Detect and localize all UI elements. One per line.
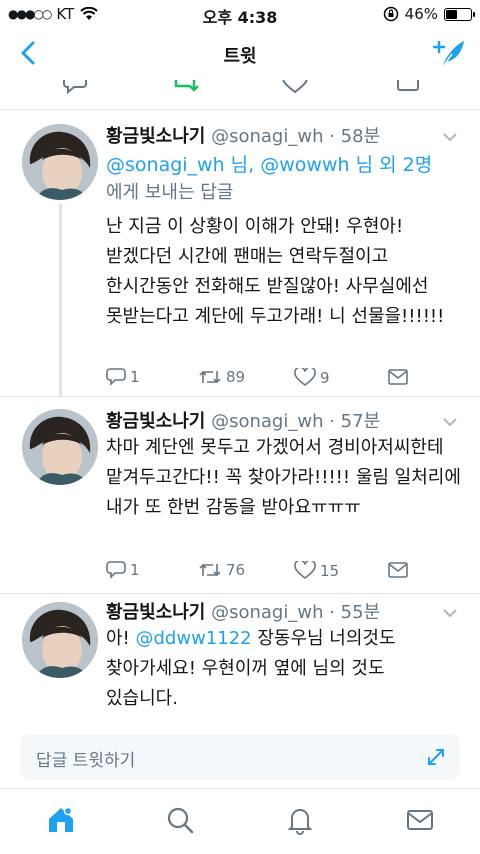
avatar[interactable] [22, 124, 98, 200]
rotation-lock-icon [383, 6, 398, 22]
tab-bar [0, 788, 480, 854]
retweet-button[interactable]: 76 [198, 561, 245, 579]
reply-count: 1 [130, 368, 140, 386]
timestamp: · 57분 [329, 411, 381, 432]
retweet-count: 76 [226, 561, 246, 579]
tweet-actions: 1 89 9 [106, 368, 426, 392]
retweet-icon[interactable] [172, 80, 200, 94]
envelope-icon [388, 562, 408, 578]
chevron-down-icon[interactable] [442, 608, 458, 618]
reply-count: 1 [130, 561, 140, 579]
retweet-count: 89 [226, 368, 246, 386]
username[interactable]: @sonagi_wh [211, 411, 323, 432]
like-button[interactable]: 15 [294, 561, 339, 580]
previous-tweet-actions [0, 80, 480, 110]
avatar[interactable] [22, 602, 98, 678]
username[interactable]: @sonagi_wh [211, 126, 323, 147]
tweet[interactable]: 황금빛소나기 @sonagi_wh · 55분 아! @ddww1122 장동우… [0, 594, 480, 724]
avatar-image [22, 409, 98, 485]
direct-message-button[interactable] [388, 561, 408, 579]
reply-to-suffix: 에게 보내는 답글 [106, 182, 234, 203]
chevron-down-icon[interactable] [442, 132, 458, 142]
nav-bar: 트윗 [0, 28, 480, 80]
like-button[interactable]: 9 [294, 368, 330, 387]
expand-icon[interactable] [426, 747, 446, 767]
retweet-button[interactable]: 89 [198, 368, 245, 386]
reply-context: @sonagi_wh 님, @wowwh 님 외 2명 에게 보내는 답글 [106, 152, 462, 206]
notifications-icon[interactable] [285, 805, 315, 835]
like-icon [294, 368, 316, 387]
username[interactable]: @sonagi_wh [211, 602, 323, 623]
battery-percent: 46% [404, 5, 438, 23]
reply-to-others[interactable]: 님 외 2명 [350, 154, 433, 176]
like-count: 15 [320, 561, 340, 580]
tweet-text: 차마 계단엔 못두고 가겠어서 경비아저씨한테 맡겨두고간다!! 꼭 찾아가라!… [106, 437, 461, 518]
retweet-icon [199, 370, 221, 384]
message-icon[interactable] [396, 80, 420, 94]
reply-button[interactable]: 1 [106, 561, 140, 579]
tweet[interactable]: 황금빛소나기 @sonagi_wh · 58분 @sonagi_wh 님, @w… [0, 110, 480, 396]
status-bar: ●●●○○ KT 오후 4:38 46% [0, 0, 480, 28]
avatar-image [22, 602, 98, 678]
reply-icon[interactable] [62, 80, 88, 94]
timestamp: · 58분 [329, 126, 381, 147]
reply-to-separator: 님, [224, 154, 261, 176]
thread-line [59, 204, 62, 396]
display-name[interactable]: 황금빛소나기 [106, 411, 205, 432]
tweet-text: 아! @ddww1122 장동우님 너의것도 찾아가세요! 우현이꺼 옆에 님의… [106, 624, 462, 714]
timestamp: · 55분 [329, 602, 381, 623]
envelope-icon [388, 369, 408, 385]
battery-icon [444, 7, 475, 21]
tweet-text: 난 지금 이 상황이 이해가 안돼! 우현아! 받겠다던 시간에 팬매는 연락두… [106, 216, 445, 327]
reply-icon [106, 368, 126, 386]
tweet-header: 황금빛소나기 @sonagi_wh · 57분 [106, 407, 380, 433]
compose-tweet-icon[interactable] [432, 38, 466, 70]
avatar[interactable] [22, 409, 98, 485]
tweet-actions: 1 76 15 [106, 561, 426, 585]
tweet[interactable]: 황금빛소나기 @sonagi_wh · 57분 차마 계단엔 못두고 가겠어서 … [0, 397, 480, 593]
chevron-down-icon[interactable] [442, 417, 458, 427]
like-icon[interactable] [282, 80, 308, 94]
home-icon[interactable] [46, 805, 76, 835]
search-icon[interactable] [165, 805, 195, 835]
tweet-header: 황금빛소나기 @sonagi_wh · 58분 [106, 122, 380, 148]
reply-button[interactable]: 1 [106, 368, 140, 386]
like-count: 9 [320, 368, 330, 387]
retweet-icon [199, 563, 221, 577]
reply-input[interactable]: 답글 트윗하기 [20, 734, 460, 780]
like-icon [294, 561, 316, 580]
mention-link[interactable]: @wowwh [260, 154, 349, 176]
direct-message-button[interactable] [388, 368, 408, 386]
mention-link[interactable]: @sonagi_wh [106, 154, 225, 176]
reply-placeholder: 답글 트윗하기 [36, 751, 136, 771]
tweet-text-part: 아! [106, 628, 136, 649]
mention-link[interactable]: @ddww1122 [136, 628, 252, 649]
display-name[interactable]: 황금빛소나기 [106, 126, 205, 147]
avatar-image [22, 124, 98, 200]
tweet-header: 황금빛소나기 @sonagi_wh · 55분 [106, 598, 380, 624]
reply-icon [106, 561, 126, 579]
display-name[interactable]: 황금빛소나기 [106, 602, 205, 623]
page-title: 트윗 [223, 46, 257, 67]
messages-icon[interactable] [405, 805, 435, 835]
